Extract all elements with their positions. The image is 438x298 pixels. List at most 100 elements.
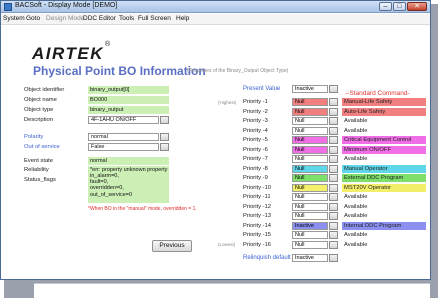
priority-edit-button[interactable] bbox=[329, 145, 338, 154]
priority-label: Priority -9 bbox=[243, 175, 268, 181]
priority-label: Priority -6 bbox=[243, 146, 268, 153]
polarity-field[interactable]: normal bbox=[88, 133, 159, 141]
event-state-value: normal bbox=[88, 157, 169, 165]
priority-command-label: Minimum ON/OFF bbox=[342, 145, 426, 154]
priority-row: Priority -15 Null Available bbox=[243, 231, 430, 239]
window-title: BACSoft - Display Mode [DEMO] bbox=[15, 2, 118, 9]
event-state-label: Event state bbox=[24, 158, 54, 164]
priority-command-label: Available bbox=[342, 231, 426, 239]
priority-value-field[interactable]: Null bbox=[292, 136, 328, 144]
priority-row: Priority -10 Null MST20V Operator bbox=[243, 183, 430, 192]
menu-design-mode[interactable]: Design Mode bbox=[46, 15, 84, 22]
present-value-field[interactable]: Inactive bbox=[292, 85, 328, 93]
description-label: Description bbox=[24, 117, 53, 123]
polarity-edit-button[interactable] bbox=[160, 133, 169, 141]
priority-command-label: Manual-Life Safety bbox=[342, 98, 426, 106]
priority-value-field[interactable]: Null bbox=[292, 174, 328, 182]
priority-value-field[interactable]: Null bbox=[292, 98, 328, 106]
priority-command-label: Critical Equipment Control bbox=[342, 136, 426, 144]
priority-command-label: Available bbox=[342, 240, 426, 249]
priority-label: Priority -5 bbox=[243, 137, 268, 143]
manual-mode-note: *When BO in the "manual" mode, overridde… bbox=[88, 206, 197, 212]
menu-goto[interactable]: Goto bbox=[26, 15, 40, 22]
priority-value-field[interactable]: Inactive bbox=[292, 221, 328, 230]
priority-command-label: Available bbox=[342, 117, 426, 125]
menu-full-screen[interactable]: Full Screen bbox=[138, 15, 171, 22]
priority-command-label: Manual Operator bbox=[342, 164, 426, 173]
priority-value-field[interactable]: Null bbox=[292, 145, 328, 154]
out-of-service-edit-button[interactable] bbox=[160, 143, 169, 151]
priority-label: Priority -2 bbox=[243, 108, 268, 115]
status-flag-out-of-service: out_of_service=0 bbox=[90, 191, 133, 198]
priority-command-label: Internal DDC Program bbox=[342, 221, 426, 230]
priority-edit-button[interactable] bbox=[329, 98, 338, 106]
priority-edit-button[interactable] bbox=[329, 193, 338, 201]
priority-label: Priority -16 bbox=[243, 241, 272, 248]
reliability-label: Reliability bbox=[24, 167, 49, 173]
out-of-service-label: Out of service bbox=[24, 144, 60, 150]
priority-edit-button[interactable] bbox=[329, 136, 338, 144]
priority-value-field[interactable]: Null bbox=[292, 231, 328, 239]
relinquish-default-edit-button[interactable] bbox=[329, 254, 338, 262]
menu-ddc-editor[interactable]: DDC Editor bbox=[83, 15, 116, 22]
description-edit-button[interactable] bbox=[160, 116, 169, 124]
priority-label: Priority -13 bbox=[243, 213, 272, 219]
object-name-label: Object name bbox=[24, 97, 57, 103]
priority-value-field[interactable]: Null bbox=[292, 117, 328, 125]
priority-command-label: MST20V Operator bbox=[342, 183, 426, 192]
priority-edit-button[interactable] bbox=[329, 126, 338, 135]
priority-value-field[interactable]: Null bbox=[292, 240, 328, 249]
priority-value-field[interactable]: Null bbox=[292, 183, 328, 192]
priority-edit-button[interactable] bbox=[329, 107, 338, 116]
priority-row: Priority -3 Null Available bbox=[243, 117, 430, 125]
priority-value-field[interactable]: Null bbox=[292, 212, 328, 220]
priority-edit-button[interactable] bbox=[329, 155, 338, 163]
priority-label: Priority -8 bbox=[243, 165, 268, 172]
menu-bar: System Goto Design Mode DDC Editor Tools… bbox=[1, 14, 430, 25]
priority-label: Priority -4 bbox=[243, 127, 268, 134]
relinquish-default-label: Relinquish default bbox=[243, 255, 291, 261]
present-value-label: Present Value bbox=[243, 86, 281, 92]
priority-row: Priority -16 Null Available bbox=[243, 240, 430, 249]
priority-command-label: Available bbox=[342, 155, 426, 163]
priority-edit-button[interactable] bbox=[329, 240, 338, 249]
minimize-button[interactable]: – bbox=[379, 2, 392, 11]
priority-edit-button[interactable] bbox=[329, 221, 338, 230]
priority-value-field[interactable]: Null bbox=[292, 107, 328, 116]
maximize-button[interactable]: □ bbox=[393, 2, 406, 11]
priority-edit-button[interactable] bbox=[329, 174, 338, 182]
window-shadow-right bbox=[431, 4, 438, 286]
relinquish-default-field[interactable]: Inactive bbox=[292, 254, 328, 262]
priority-edit-button[interactable] bbox=[329, 183, 338, 192]
priority-row: Priority -12 Null Available bbox=[243, 202, 430, 211]
app-icon bbox=[4, 3, 12, 11]
previous-button[interactable]: Previous bbox=[152, 240, 192, 252]
close-button[interactable]: ✕ bbox=[407, 2, 427, 11]
menu-tools[interactable]: Tools bbox=[119, 15, 134, 22]
priority-row: Priority -14 Inactive Internal DDC Program bbox=[243, 221, 430, 230]
priority-row: Priority -9 Null External DDC Program bbox=[243, 174, 430, 182]
out-of-service-field[interactable]: False bbox=[88, 143, 159, 151]
priority-edit-button[interactable] bbox=[329, 231, 338, 239]
priority-label: Priority -14 bbox=[243, 222, 272, 229]
priority-value-field[interactable]: Null bbox=[292, 202, 328, 211]
priority-edit-button[interactable] bbox=[329, 212, 338, 220]
menu-system[interactable]: System bbox=[3, 15, 25, 22]
priority-value-field[interactable]: Null bbox=[292, 155, 328, 163]
present-value-edit-button[interactable] bbox=[329, 85, 338, 93]
priority-row: Priority -4 Null Available bbox=[243, 126, 430, 135]
priority-row: Priority -6 Null Minimum ON/OFF bbox=[243, 145, 430, 154]
menu-help[interactable]: Help bbox=[176, 15, 189, 22]
priority-value-field[interactable]: Null bbox=[292, 164, 328, 173]
priority-edit-button[interactable] bbox=[329, 202, 338, 211]
priority-value-field[interactable]: Null bbox=[292, 193, 328, 201]
priority-value-field[interactable]: Null bbox=[292, 126, 328, 135]
priority-edit-button[interactable] bbox=[329, 117, 338, 125]
priority-edit-button[interactable] bbox=[329, 164, 338, 173]
page-title: Physical Point BO Information bbox=[33, 64, 206, 78]
priority-row: Priority -11 Null Available bbox=[243, 193, 430, 201]
object-identifier-label: Object identifier bbox=[24, 87, 65, 93]
description-field[interactable]: 4F-1AHU ON/OFF bbox=[88, 116, 159, 124]
page-subtitle: (Properties of the Binary_Output Object … bbox=[187, 68, 289, 74]
priority-row: Priority -13 Null Available bbox=[243, 212, 430, 220]
